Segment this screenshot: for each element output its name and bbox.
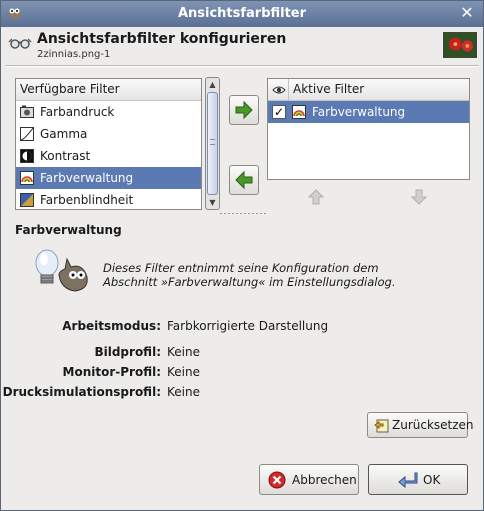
window-title: Ansichtsfarbfilter bbox=[177, 6, 307, 21]
field-value-drucksimulationsprofil: Keine bbox=[167, 385, 200, 399]
scrollbar-thumb[interactable] bbox=[207, 92, 218, 195]
filter-description-line1: Dieses Filter entnimmt seine Konfigurati… bbox=[103, 261, 379, 275]
visibility-checkbox[interactable]: ✓ bbox=[272, 105, 286, 119]
move-up-icon[interactable] bbox=[308, 189, 324, 205]
image-name: 2zinnias.png-1 bbox=[37, 49, 111, 60]
scroll-down-icon[interactable]: ▼ bbox=[206, 196, 219, 209]
gimp-lightbulb-icon bbox=[35, 249, 88, 292]
available-filters-list[interactable]: Verfügbare Filter Farbandruck Gamma Kont… bbox=[15, 78, 202, 210]
available-filters-header[interactable]: Verfügbare Filter bbox=[16, 79, 201, 101]
list-item-farbandruck[interactable]: Farbandruck bbox=[16, 101, 201, 123]
reset-icon bbox=[374, 419, 389, 433]
active-filters-header-label: Aktive Filter bbox=[293, 82, 365, 96]
filter-label: Farbandruck bbox=[40, 105, 115, 119]
contrast-icon bbox=[20, 149, 34, 163]
dialog-heading: Ansichtsfarbfilter konfigurieren bbox=[37, 31, 287, 47]
close-icon[interactable]: ✕ bbox=[459, 4, 475, 22]
remove-filter-button[interactable] bbox=[229, 165, 259, 195]
active-filters-header[interactable]: Aktive Filter bbox=[268, 79, 469, 101]
available-list-scrollbar[interactable]: ▲ ▼ bbox=[205, 77, 220, 210]
filter-label: Farbenblindheit bbox=[40, 193, 134, 207]
filter-label: Gamma bbox=[40, 127, 88, 141]
filter-detail-heading: Farbverwaltung bbox=[15, 223, 122, 237]
arrow-right-icon bbox=[235, 100, 253, 120]
list-item-gamma[interactable]: Gamma bbox=[16, 123, 201, 145]
glasses-icon bbox=[8, 38, 32, 49]
field-value-monitor-profil: Keine bbox=[167, 365, 200, 379]
camera-icon bbox=[20, 105, 34, 119]
cancel-button[interactable]: Abbrechen bbox=[259, 464, 359, 495]
cancel-icon bbox=[268, 471, 286, 489]
list-item-farbverwaltung[interactable]: Farbverwaltung bbox=[16, 167, 201, 189]
field-label-arbeitsmodus: Arbeitsmodus: bbox=[62, 319, 161, 333]
rainbow-icon bbox=[292, 105, 306, 119]
image-thumbnail bbox=[443, 32, 477, 58]
cancel-button-label: Abbrechen bbox=[292, 472, 357, 487]
active-filters-list[interactable]: Aktive Filter ✓ Farbverwaltung bbox=[267, 78, 470, 180]
field-label-bildprofil: Bildprofil: bbox=[94, 345, 161, 359]
eye-icon bbox=[272, 86, 286, 94]
add-filter-button[interactable] bbox=[229, 95, 259, 125]
arrow-left-icon bbox=[235, 170, 253, 190]
header-separator bbox=[5, 65, 479, 67]
reset-button-label: Zurücksetzen bbox=[392, 418, 474, 432]
filter-label: Kontrast bbox=[40, 149, 91, 163]
field-label-monitor-profil: Monitor-Profil: bbox=[62, 365, 161, 379]
field-value-arbeitsmodus: Farbkorrigierte Darstellung bbox=[167, 319, 329, 333]
ok-button[interactable]: OK bbox=[368, 464, 468, 495]
ok-button-label: OK bbox=[423, 472, 441, 487]
reset-button[interactable]: Zurücksetzen bbox=[367, 412, 474, 438]
move-down-icon[interactable] bbox=[411, 189, 427, 205]
rainbow-icon bbox=[20, 171, 34, 185]
curve-icon bbox=[20, 127, 34, 141]
field-label-drucksimulationsprofil: Drucksimulationsprofil: bbox=[2, 385, 161, 399]
list-item-farbenblindheit[interactable]: Farbenblindheit bbox=[16, 189, 201, 209]
colorblind-icon bbox=[20, 193, 34, 207]
dialog-window: Ansichtsfarbfilter ✕ Ansichtsfarbfilter … bbox=[0, 0, 484, 511]
scroll-up-icon[interactable]: ▲ bbox=[206, 78, 219, 91]
field-value-bildprofil: Keine bbox=[167, 345, 200, 359]
filter-description-line2: Abschnitt »Farbverwaltung« im Einstellun… bbox=[103, 275, 396, 289]
dialog-header: Ansichtsfarbfilter konfigurieren 2zinnia… bbox=[7, 31, 477, 67]
list-item-kontrast[interactable]: Kontrast bbox=[16, 145, 201, 167]
filter-label: Farbverwaltung bbox=[40, 171, 134, 185]
active-item-farbverwaltung[interactable]: ✓ Farbverwaltung bbox=[268, 101, 469, 123]
enter-icon bbox=[398, 472, 418, 489]
pane-resize-handle[interactable] bbox=[219, 212, 267, 215]
title-bar[interactable]: Ansichtsfarbfilter ✕ bbox=[1, 1, 483, 27]
active-filter-label: Farbverwaltung bbox=[312, 105, 406, 119]
